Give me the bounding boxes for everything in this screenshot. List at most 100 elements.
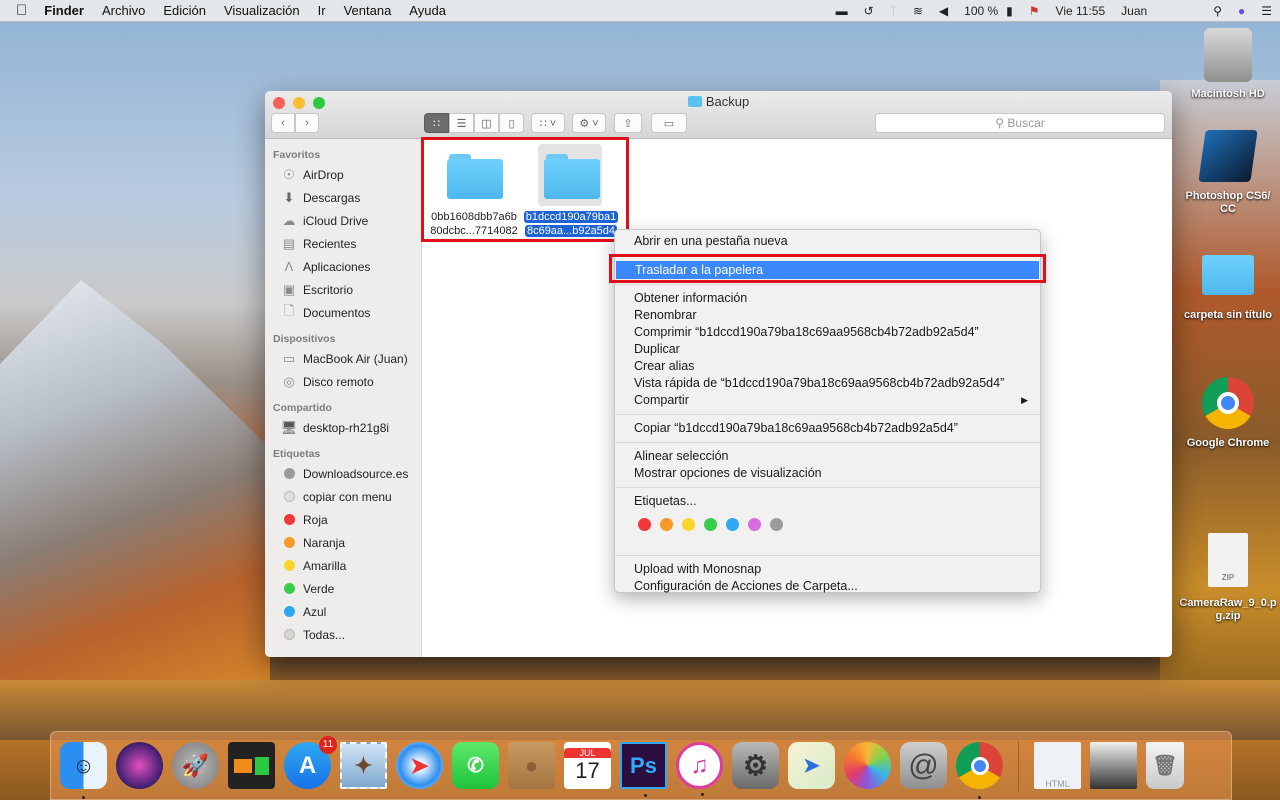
tag-purple[interactable]	[748, 518, 761, 531]
dock-calendar[interactable]: JUL 17	[564, 742, 611, 789]
dock-at-app[interactable]: @	[900, 742, 947, 789]
tags-button[interactable]: ▭	[651, 113, 687, 133]
back-button[interactable]: ‹	[271, 113, 295, 133]
search-input[interactable]: ⚲ Buscar	[875, 113, 1165, 133]
dock-siri[interactable]	[116, 742, 163, 789]
desktop-icon-cameraraw-zip[interactable]: ZIP CameraRaw_9_0.p g.zip	[1178, 533, 1278, 623]
time-machine-icon[interactable]: ↺	[856, 4, 882, 18]
sidebar-item-recientes[interactable]: ▤ Recientes	[265, 232, 421, 255]
menu-finder[interactable]: Finder	[35, 3, 93, 18]
action-gear-button[interactable]: ⚙ ˅	[572, 113, 606, 133]
desktop-icon-photoshop-folder[interactable]: Photoshop CS6/ CC	[1178, 130, 1278, 216]
menu-archivo[interactable]: Archivo	[93, 3, 154, 18]
menu-item-quick-look[interactable]: Vista rápida de “b1dccd190a79ba18c69aa95…	[615, 375, 1040, 392]
dock-contacts[interactable]: ●	[508, 742, 555, 789]
battery-percent[interactable]: 100 %	[956, 4, 1006, 18]
menu-separator	[615, 414, 1040, 415]
sidebar-item-label: Documentos	[303, 305, 371, 320]
menu-item-make-alias[interactable]: Crear alias	[615, 358, 1040, 375]
sidebar-item-desktop-rh21g8i[interactable]: 🖥 desktop-rh21g8i	[265, 416, 421, 439]
sidebar-item-escritorio[interactable]: ▣ Escritorio	[265, 278, 421, 301]
input-source-flag-icon[interactable]: ⚑	[1021, 4, 1048, 18]
tag-orange[interactable]	[660, 518, 673, 531]
forward-button[interactable]: ›	[295, 113, 319, 133]
menu-item-tags[interactable]: Etiquetas...	[615, 493, 1040, 510]
dock-mission-control[interactable]	[228, 742, 275, 789]
desktop-icon-macintosh-hd[interactable]: Macintosh HD	[1178, 28, 1278, 101]
tag-yellow[interactable]	[682, 518, 695, 531]
wifi-icon[interactable]: ≋	[905, 4, 931, 18]
siri-icon[interactable]: ●	[1230, 4, 1253, 18]
battery-icon[interactable]: ▮	[1006, 4, 1021, 18]
sidebar-item-disco-remoto[interactable]: ◎ Disco remoto	[265, 370, 421, 393]
menu-item-view-options[interactable]: Mostrar opciones de visualización	[615, 465, 1040, 482]
menu-ventana[interactable]: Ventana	[335, 3, 401, 18]
sidebar-tag-todas[interactable]: Todas...	[265, 623, 421, 646]
volume-icon[interactable]: ◀	[931, 4, 956, 18]
dock-documents-stack[interactable]: HTML	[1034, 742, 1081, 789]
tag-green[interactable]	[704, 518, 717, 531]
dock-itunes[interactable]: ♫	[676, 742, 723, 796]
menu-item-clean-up[interactable]: Alinear selección	[615, 448, 1040, 465]
menu-item-copy[interactable]: Copiar “b1dccd190a79ba18c69aa9568cb4b72a…	[615, 420, 1040, 437]
menu-item-folder-actions[interactable]: Configuración de Acciones de Carpeta...	[615, 578, 1040, 595]
clock[interactable]: Vie 11:55	[1048, 4, 1114, 18]
sidebar-tag-naranja[interactable]: Naranja	[265, 531, 421, 554]
menu-item-rename[interactable]: Renombrar	[615, 307, 1040, 324]
sidebar-item-airdrop[interactable]: ☉ AirDrop	[265, 163, 421, 186]
dock-launchpad[interactable]: 🚀	[172, 742, 219, 789]
menu-ir[interactable]: Ir	[309, 3, 335, 18]
sidebar-item-documentos[interactable]: 🗋 Documentos	[265, 301, 421, 324]
gallery-view-button[interactable]: ▯	[499, 113, 524, 133]
sidebar-item-aplicaciones[interactable]: Λ Aplicaciones	[265, 255, 421, 278]
list-view-button[interactable]: ☰	[449, 113, 474, 133]
dock-photoshop[interactable]: Ps	[620, 742, 667, 797]
menu-item-duplicate[interactable]: Duplicar	[615, 341, 1040, 358]
menu-item-get-info[interactable]: Obtener información	[615, 290, 1040, 307]
sidebar-tag-copiar-con-menu[interactable]: copiar con menu	[265, 485, 421, 508]
tag-color-picker	[615, 510, 1040, 540]
tag-blue[interactable]	[726, 518, 739, 531]
tag-gray[interactable]	[770, 518, 783, 531]
desktop-icon-google-chrome[interactable]: Google Chrome	[1178, 377, 1278, 450]
sidebar-tag-amarilla[interactable]: Amarilla	[265, 554, 421, 577]
display-icon[interactable]: ▬	[828, 4, 856, 18]
tag-red[interactable]	[638, 518, 651, 531]
column-view-button[interactable]: ◫	[474, 113, 499, 133]
sidebar-item-label: Amarilla	[303, 558, 347, 573]
dock-trash[interactable]: 🗑	[1146, 742, 1184, 789]
sidebar-tag-verde[interactable]: Verde	[265, 577, 421, 600]
sidebar-item-descargas[interactable]: ⬇ Descargas	[265, 186, 421, 209]
dock-itunes-stack[interactable]	[1090, 742, 1137, 789]
sidebar-item-icloud-drive[interactable]: ☁ iCloud Drive	[265, 209, 421, 232]
menu-item-share[interactable]: Compartir ▶	[615, 392, 1040, 409]
menu-ayuda[interactable]: Ayuda	[400, 3, 455, 18]
user-name[interactable]: Juan	[1113, 4, 1155, 18]
spotlight-icon[interactable]: ⚲	[1205, 4, 1230, 18]
desktop-icon-untitled-folder[interactable]: carpeta sin título	[1178, 255, 1278, 322]
menu-item-open-new-tab[interactable]: Abrir en una pestaña nueva	[615, 233, 1040, 250]
sidebar-tag-downloadsource[interactable]: Downloadsource.es	[265, 462, 421, 485]
dock-google-chrome[interactable]	[956, 742, 1003, 799]
icon-view-button[interactable]: ∷	[424, 113, 449, 133]
dock-finder[interactable]: ☺	[60, 742, 107, 799]
dock-app-store[interactable]: A 11	[284, 736, 337, 789]
dock-system-preferences[interactable]: ⚙	[732, 742, 779, 789]
bluetooth-icon[interactable]: ᛉ	[882, 4, 905, 18]
share-button[interactable]: ⇧	[614, 113, 642, 133]
apple-icon[interactable]: 	[0, 2, 35, 19]
dock-photos[interactable]	[844, 742, 891, 789]
dock-maps[interactable]: ➤	[788, 742, 835, 789]
menu-item-compress[interactable]: Comprimir “b1dccd190a79ba18c69aa9568cb4b…	[615, 324, 1040, 341]
arrange-button[interactable]: ∷ ˅	[531, 113, 565, 133]
sidebar-item-macbook-air[interactable]: ▭ MacBook Air (Juan)	[265, 347, 421, 370]
menu-edicion[interactable]: Edición	[154, 3, 215, 18]
dock-mail[interactable]: ✦	[340, 742, 387, 789]
notification-center-icon[interactable]: ☰	[1253, 4, 1280, 18]
menu-item-upload-monosnap[interactable]: Upload with Monosnap	[615, 561, 1040, 578]
sidebar-tag-azul[interactable]: Azul	[265, 600, 421, 623]
dock-safari[interactable]: ➤	[396, 742, 443, 789]
sidebar-tag-roja[interactable]: Roja	[265, 508, 421, 531]
menu-visualizacion[interactable]: Visualización	[215, 3, 309, 18]
dock-facetime[interactable]: ✆	[452, 742, 499, 789]
